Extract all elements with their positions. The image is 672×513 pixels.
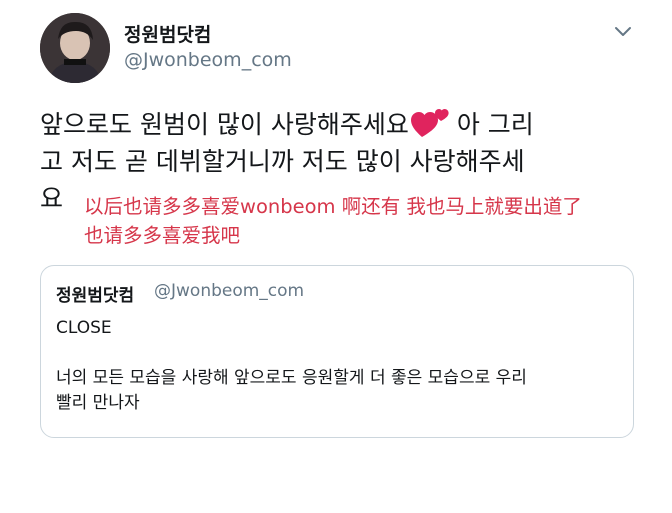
quoted-tweet-card[interactable]: 정원범닷컴 @Jwonbeom_com CLOSE 너의 모든 모습을 사랑해 … — [40, 265, 634, 438]
quoted-line-1: 너의 모든 모습을 사랑해 앞으로도 응원할게 더 좋은 모습으로 우리 — [56, 368, 527, 388]
quoted-title: CLOSE — [56, 318, 112, 338]
chevron-down-icon[interactable] — [612, 20, 634, 42]
tweet-text-part-2: 아 그리 — [456, 110, 534, 139]
translation-line-2: 也请多多喜爱我吧 — [84, 224, 241, 247]
quoted-author-handle: @Jwonbeom_com — [154, 281, 305, 301]
tweet-line-1: 앞으로도 원범이 많이 사랑해주세요 아 그리 — [40, 105, 640, 143]
translation-annotation: 以后也请多多喜爱wonbeom 啊还有 我也马上就要出道了 也请多多喜爱我吧 — [84, 192, 664, 250]
translation-line-1: 以后也请多多喜爱wonbeom 啊还有 我也马上就要出道了 — [84, 195, 582, 218]
tweet-text-part-1: 앞으로도 원범이 많이 사랑해주세요 — [40, 110, 409, 139]
quoted-line-2: 빨리 만나자 — [56, 393, 140, 413]
avatar[interactable] — [40, 13, 110, 83]
quoted-author-display-name: 정원범닷컴 — [56, 286, 135, 306]
quoted-tweet-body: CLOSE 너의 모든 모습을 사랑해 앞으로도 응원할게 더 좋은 모습으로 … — [56, 316, 626, 416]
profile-photo-icon — [40, 13, 110, 83]
two-hearts-icon — [410, 109, 449, 137]
author-handle[interactable]: @Jwonbeom_com — [124, 49, 292, 71]
author-display-name[interactable]: 정원범닷컴 — [124, 20, 211, 47]
tweet-line-2: 고 저도 곧 데뷔할거니까 저도 많이 사랑해주세 — [40, 147, 525, 176]
